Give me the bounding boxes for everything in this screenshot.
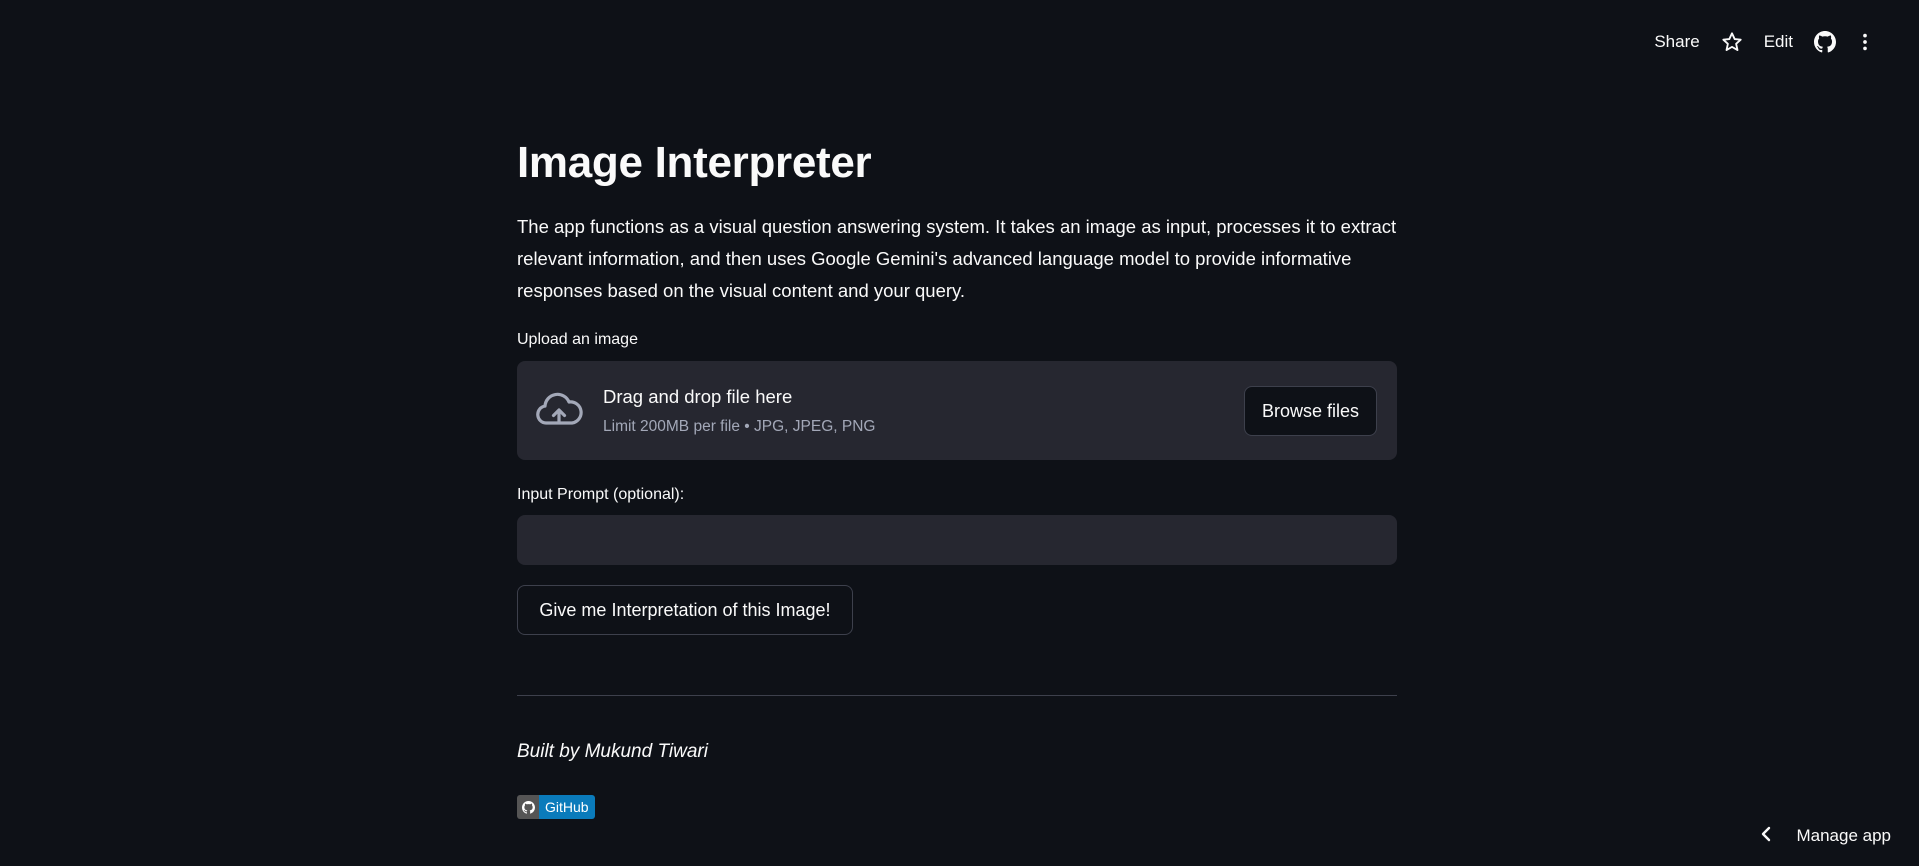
github-icon <box>517 795 539 819</box>
chevron-left-icon <box>1760 826 1774 847</box>
built-by-text: Built by Mukund Tiwari <box>517 741 708 762</box>
browse-files-button[interactable]: Browse files <box>1244 386 1377 436</box>
github-badge-label: GitHub <box>539 795 595 819</box>
prompt-input[interactable] <box>517 515 1397 565</box>
dropzone-title: Drag and drop file here <box>603 386 793 407</box>
cloud-upload-icon <box>535 389 583 433</box>
more-vertical-icon[interactable] <box>1845 22 1885 62</box>
divider <box>517 695 1397 696</box>
upload-label: Upload an image <box>517 331 638 348</box>
edit-button[interactable]: Edit <box>1752 32 1805 52</box>
manage-app-button[interactable]: Manage app <box>1760 820 1891 852</box>
prompt-label: Input Prompt (optional): <box>517 486 685 503</box>
github-badge-link[interactable]: GitHub <box>517 795 595 819</box>
share-button[interactable]: Share <box>1642 32 1711 52</box>
github-icon[interactable] <box>1805 22 1845 62</box>
dropzone-limit: Limit 200MB per file • JPG, JPEG, PNG <box>603 418 876 435</box>
interpret-image-button[interactable]: Give me Interpretation of this Image! <box>517 585 853 635</box>
file-uploader-dropzone[interactable]: Drag and drop file here Limit 200MB per … <box>517 361 1397 460</box>
manage-app-label: Manage app <box>1796 826 1891 845</box>
page-description: The app functions as a visual question a… <box>517 216 1397 301</box>
page-title: Image Interpreter <box>517 138 872 187</box>
top-toolbar: Share Edit <box>1642 22 1885 62</box>
star-icon[interactable] <box>1712 22 1752 62</box>
